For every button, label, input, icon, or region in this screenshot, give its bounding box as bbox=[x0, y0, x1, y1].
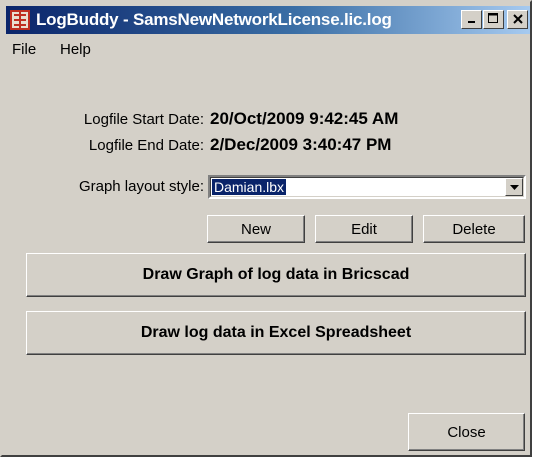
chevron-down-icon bbox=[509, 178, 519, 196]
title-bar[interactable]: LogBuddy - SamsNewNetworkLicense.lic.log bbox=[6, 6, 530, 34]
new-button[interactable]: New bbox=[207, 215, 305, 243]
minimize-button[interactable] bbox=[461, 10, 482, 29]
draw-graph-bricscad-button[interactable]: Draw Graph of log data in Bricscad bbox=[26, 253, 526, 297]
close-button[interactable]: Close bbox=[408, 413, 525, 451]
end-date-value: 2/Dec/2009 3:40:47 PM bbox=[210, 135, 392, 154]
maximize-icon bbox=[488, 11, 499, 29]
end-date-label: Logfile End Date: bbox=[88, 137, 204, 154]
edit-button[interactable]: Edit bbox=[315, 215, 413, 243]
close-icon bbox=[512, 11, 523, 29]
window-title: LogBuddy - SamsNewNetworkLicense.lic.log bbox=[36, 10, 392, 29]
layout-style-selected: Damian.lbx bbox=[212, 179, 287, 195]
menu-bar: File Help bbox=[6, 36, 530, 62]
start-date-value: 20/Oct/2009 9:42:45 AM bbox=[210, 109, 399, 128]
layout-style-label: Graph layout style: bbox=[78, 178, 204, 195]
menu-file[interactable]: File bbox=[12, 41, 36, 58]
layout-style-select[interactable]: Damian.lbx bbox=[208, 175, 526, 199]
draw-excel-button[interactable]: Draw log data in Excel Spreadsheet bbox=[26, 311, 526, 355]
layout-style-dropdown-button[interactable] bbox=[505, 178, 523, 196]
close-window-button[interactable] bbox=[507, 10, 528, 29]
minimize-icon bbox=[467, 11, 477, 29]
app-window: LogBuddy - SamsNewNetworkLicense.lic.log bbox=[0, 0, 532, 457]
delete-button[interactable]: Delete bbox=[423, 215, 525, 243]
app-icon bbox=[10, 10, 30, 30]
maximize-button[interactable] bbox=[483, 10, 504, 29]
menu-help[interactable]: Help bbox=[60, 41, 91, 58]
start-date-label: Logfile Start Date: bbox=[83, 111, 204, 128]
